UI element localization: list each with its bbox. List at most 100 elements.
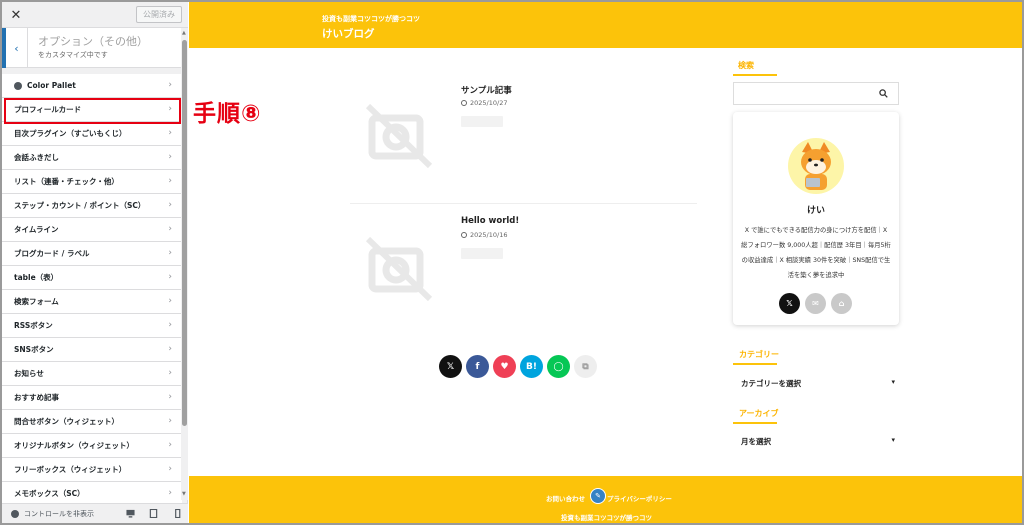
- search-widget-title: 検索: [738, 61, 754, 70]
- menu-item[interactable]: Color Pallet ›: [2, 74, 182, 98]
- mobile-preview-icon[interactable]: [173, 509, 182, 518]
- screenshot-frame: ✕ 公開済み ‹ オプション（その他） をカスタマイズ中です Color Pal…: [0, 0, 1024, 525]
- hide-controls-icon[interactable]: [11, 510, 19, 518]
- chevron-right-icon: ›: [168, 80, 172, 90]
- site-header: 投資も副業コツコツが勝つコツ けいブログ: [189, 2, 1022, 48]
- menu-item[interactable]: 問合せボタン（ウィジェット） ›: [2, 410, 182, 434]
- customizer-footer: コントロールを非表示: [2, 503, 188, 523]
- post-category-placeholder: [461, 116, 503, 127]
- menu-item-label: 会話ふきだし: [14, 153, 59, 162]
- close-customizer-button[interactable]: ✕: [2, 2, 30, 28]
- chevron-right-icon: ›: [168, 344, 172, 354]
- x-share-icon[interactable]: 𝕏: [439, 355, 462, 378]
- chevron-down-icon: ▾: [891, 378, 895, 386]
- menu-item[interactable]: 会話ふきだし ›: [2, 146, 182, 170]
- menu-item-label: メモボックス（SC）: [14, 489, 85, 498]
- chevron-right-icon: ›: [168, 176, 172, 186]
- menu-item-label: RSSボタン: [14, 321, 53, 330]
- site-tagline: 投資も副業コツコツが勝つコツ: [322, 15, 420, 23]
- menu-item[interactable]: ブログカード / ラベル ›: [2, 242, 182, 266]
- facebook-share-icon[interactable]: f: [466, 355, 489, 378]
- widget-title-underline: [733, 422, 777, 424]
- chevron-right-icon: ›: [168, 368, 172, 378]
- menu-item[interactable]: RSSボタン ›: [2, 314, 182, 338]
- menu-item[interactable]: リスト（連番・チェック・他） ›: [2, 170, 182, 194]
- desktop-preview-icon[interactable]: [126, 509, 135, 518]
- menu-item[interactable]: table（表） ›: [2, 266, 182, 290]
- chevron-right-icon: ›: [168, 440, 172, 450]
- post-date: 2025/10/27: [461, 99, 507, 107]
- menu-item[interactable]: フリーボックス（ウィジェット） ›: [2, 458, 182, 482]
- section-subtitle: をカスタマイズ中です: [38, 51, 108, 59]
- hatena-share-icon[interactable]: B!: [520, 355, 543, 378]
- profile-name: けい: [806, 206, 825, 216]
- chevron-right-icon: ›: [168, 416, 172, 426]
- chevron-left-icon: ‹: [14, 41, 19, 55]
- menu-item[interactable]: おすすめ記事 ›: [2, 386, 182, 410]
- clock-icon: [461, 100, 467, 106]
- widget-title-underline: [733, 74, 777, 76]
- copy-share-icon[interactable]: ⧉: [574, 355, 597, 378]
- chevron-right-icon: ›: [168, 200, 172, 210]
- menu-item[interactable]: ステップ・カウント / ポイント（SC） ›: [2, 194, 182, 218]
- line-share-icon[interactable]: ◯: [547, 355, 570, 378]
- post-title[interactable]: Hello world!: [461, 216, 519, 226]
- menu-item-label: ステップ・カウント / ポイント（SC）: [14, 201, 146, 210]
- no-image-icon[interactable]: [366, 102, 432, 168]
- menu-item[interactable]: 検索フォーム ›: [2, 290, 182, 314]
- section-title: オプション（その他）: [38, 35, 148, 48]
- scroll-up-icon[interactable]: ▲: [182, 30, 186, 36]
- no-image-icon[interactable]: [366, 235, 432, 301]
- archive-select[interactable]: 月を選択 ▾: [733, 432, 899, 452]
- category-select[interactable]: カテゴリーを選択 ▾: [733, 374, 899, 394]
- menu-item-label: ブログカード / ラベル: [14, 249, 90, 258]
- palette-icon: [14, 81, 22, 90]
- chevron-right-icon: ›: [168, 248, 172, 258]
- archive-select-label: 月を選択: [741, 437, 771, 446]
- menu-item-label: 問合せボタン（ウィジェット）: [14, 417, 119, 426]
- mail-icon[interactable]: ✉: [805, 293, 826, 314]
- pocket-share-icon[interactable]: ♥: [493, 355, 516, 378]
- customizer-header: ✕ 公開済み: [2, 2, 188, 28]
- published-button[interactable]: 公開済み: [136, 6, 182, 23]
- menu-item-label: Color Pallet: [27, 81, 76, 90]
- chevron-right-icon: ›: [168, 488, 172, 498]
- hide-controls-button[interactable]: コントロールを非表示: [24, 509, 94, 519]
- menu-item[interactable]: 目次プラグイン（すごいもくじ） ›: [2, 122, 182, 146]
- menu-item[interactable]: SNSボタン ›: [2, 338, 182, 362]
- post-divider: [350, 203, 697, 204]
- footer-copyright: 投資も副業コツコツが勝つコツ: [561, 514, 652, 522]
- menu-item-label: フリーボックス（ウィジェット）: [14, 465, 127, 474]
- scrollbar-thumb[interactable]: [182, 40, 187, 426]
- menu-item-label: タイムライン: [14, 225, 59, 234]
- section-menu: Color Pallet › プロフィールカード › 目次プラグイン（すごいもくじ） › 会…: [2, 74, 182, 506]
- edit-pencil-icon[interactable]: ✎: [590, 488, 606, 504]
- tablet-preview-icon[interactable]: [149, 509, 158, 518]
- profile-card: けい X で誰にでもできる配信力の身につけ方を配信｜X 総フォロワー数 9,00…: [733, 112, 899, 325]
- category-widget-title: カテゴリー: [739, 350, 779, 359]
- site-title[interactable]: けいブログ: [322, 26, 375, 41]
- shiba-avatar-icon: [801, 142, 831, 190]
- menu-item-label: table（表）: [14, 273, 59, 282]
- menu-item-label: オリジナルボタン（ウィジェット）: [14, 441, 134, 450]
- chevron-right-icon: ›: [168, 392, 172, 402]
- menu-item[interactable]: オリジナルボタン（ウィジェット） ›: [2, 434, 182, 458]
- footer-contact-link[interactable]: お問い合わせ: [546, 493, 585, 503]
- home-icon[interactable]: ⌂: [831, 293, 852, 314]
- search-input[interactable]: [733, 82, 899, 105]
- menu-item-label: お知らせ: [14, 369, 44, 378]
- menu-item-label: おすすめ記事: [14, 393, 59, 402]
- footer-privacy-link[interactable]: プライバシーポリシー: [607, 493, 672, 503]
- post-title[interactable]: サンプル記事: [461, 84, 512, 96]
- chevron-right-icon: ›: [168, 224, 172, 234]
- chevron-right-icon: ›: [168, 296, 172, 306]
- menu-item[interactable]: お知らせ ›: [2, 362, 182, 386]
- search-icon[interactable]: [879, 89, 888, 98]
- scroll-down-icon[interactable]: ▼: [182, 491, 186, 497]
- back-button[interactable]: ‹: [2, 28, 28, 68]
- menu-item-label: SNSボタン: [14, 345, 54, 354]
- chevron-right-icon: ›: [168, 272, 172, 282]
- menu-item[interactable]: タイムライン ›: [2, 218, 182, 242]
- chevron-right-icon: ›: [168, 464, 172, 474]
- x-icon[interactable]: 𝕏: [779, 293, 800, 314]
